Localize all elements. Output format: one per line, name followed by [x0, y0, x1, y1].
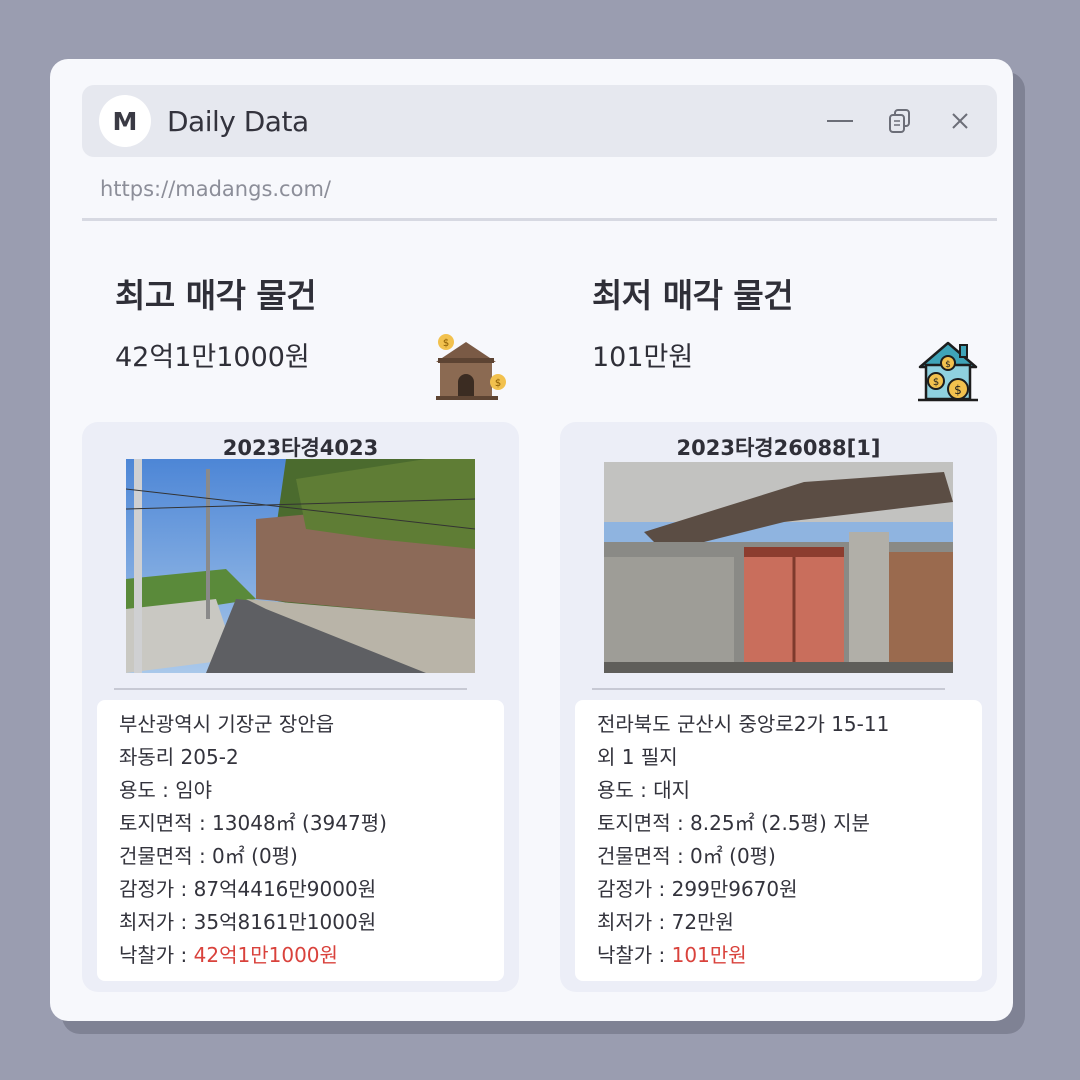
lowest-usage: 용도 : 대지: [597, 778, 691, 802]
lowest-winning-value: 101만원: [671, 943, 747, 967]
highest-card[interactable]: 2023타경4023 부산광역시 기장군 장안읍 좌동리 205-2 용도: …: [82, 422, 519, 992]
svg-text:$: $: [945, 360, 951, 370]
close-button[interactable]: [937, 101, 983, 141]
minimize-button[interactable]: [817, 101, 863, 141]
lowest-land-area: 토지면적 : 8.25㎡ (2.5평) 지분: [597, 811, 870, 835]
svg-text:$: $: [954, 383, 962, 397]
lowest-winning-label: 낙찰가 :: [597, 943, 672, 967]
highest-details: 부산광역시 기장군 장안읍 좌동리 205-2 용도 : 임야 토지면적 : 1…: [97, 700, 504, 981]
highest-minimum: 최저가 : 35억8161만1000원: [119, 910, 377, 934]
house-money-icon: $ $: [436, 334, 506, 400]
lowest-heading: 최저 매각 물건: [592, 276, 794, 315]
restore-icon: [889, 109, 910, 133]
highest-usage: 용도 : 임야: [119, 778, 213, 802]
svg-text:$: $: [933, 377, 939, 388]
highest-property-photo: [126, 459, 475, 673]
svg-text:$: $: [443, 338, 449, 349]
highest-card-divider: [114, 688, 467, 690]
lowest-card[interactable]: 2023타경26088[1] 전라북도 군산시 중앙로2가 15-11 외 1 …: [560, 422, 997, 992]
highest-case-number: 2023타경4023: [222, 436, 379, 460]
lowest-address-line1: 전라북도 군산시 중앙로2가 15-11: [597, 712, 890, 736]
window-controls: [803, 101, 983, 141]
lowest-minimum: 최저가 : 72만원: [597, 910, 734, 934]
highest-appraisal: 감정가 : 87억4416만9000원: [119, 877, 377, 901]
svg-text:$: $: [495, 378, 501, 389]
minimize-icon: [827, 120, 853, 122]
highest-header: 최고 매각 물건 42억1만1000원: [115, 269, 317, 374]
highest-price: 42억1만1000원: [115, 342, 310, 373]
close-icon: [952, 113, 968, 129]
lowest-price: 101만원: [592, 342, 694, 373]
lowest-address-line2: 외 1 필지: [597, 745, 678, 769]
highest-address-line2: 좌동리 205-2: [119, 745, 239, 769]
app-window: M Daily Data https://madangs.com/ 최고 매각 …: [50, 59, 1013, 1021]
lowest-case-number: 2023타경26088[1]: [676, 436, 881, 460]
header-divider: [82, 218, 997, 221]
highest-land-area: 토지면적 : 13048㎡ (3947평): [119, 811, 387, 835]
app-logo: M: [99, 95, 151, 147]
url-text[interactable]: https://madangs.com/: [100, 177, 331, 201]
lowest-details: 전라북도 군산시 중앙로2가 15-11 외 1 필지 용도 : 대지 토지면적…: [575, 700, 982, 981]
highest-building-area: 건물면적 : 0㎡ (0평): [119, 844, 298, 868]
restore-button[interactable]: [877, 101, 923, 141]
highest-address-line1: 부산광역시 기장군 장안읍: [119, 712, 335, 736]
lowest-appraisal: 감정가 : 299만9670원: [597, 877, 798, 901]
highest-heading: 최고 매각 물건: [115, 276, 317, 315]
lowest-building-area: 건물면적 : 0㎡ (0평): [597, 844, 776, 868]
lowest-card-divider: [592, 688, 945, 690]
title-bar: M Daily Data: [82, 85, 997, 157]
highest-winning-value: 42억1만1000원: [193, 943, 338, 967]
lowest-header: 최저 매각 물건 101만원: [592, 269, 794, 374]
app-title: Daily Data: [167, 104, 309, 138]
lowest-winning-bid: 낙찰가 : 101만원: [597, 939, 960, 972]
highest-winning-bid: 낙찰가 : 42억1만1000원: [119, 939, 482, 972]
lowest-property-photo: [604, 462, 953, 673]
home-coins-icon: $ $ $: [918, 341, 978, 402]
highest-winning-label: 낙찰가 :: [119, 943, 194, 967]
